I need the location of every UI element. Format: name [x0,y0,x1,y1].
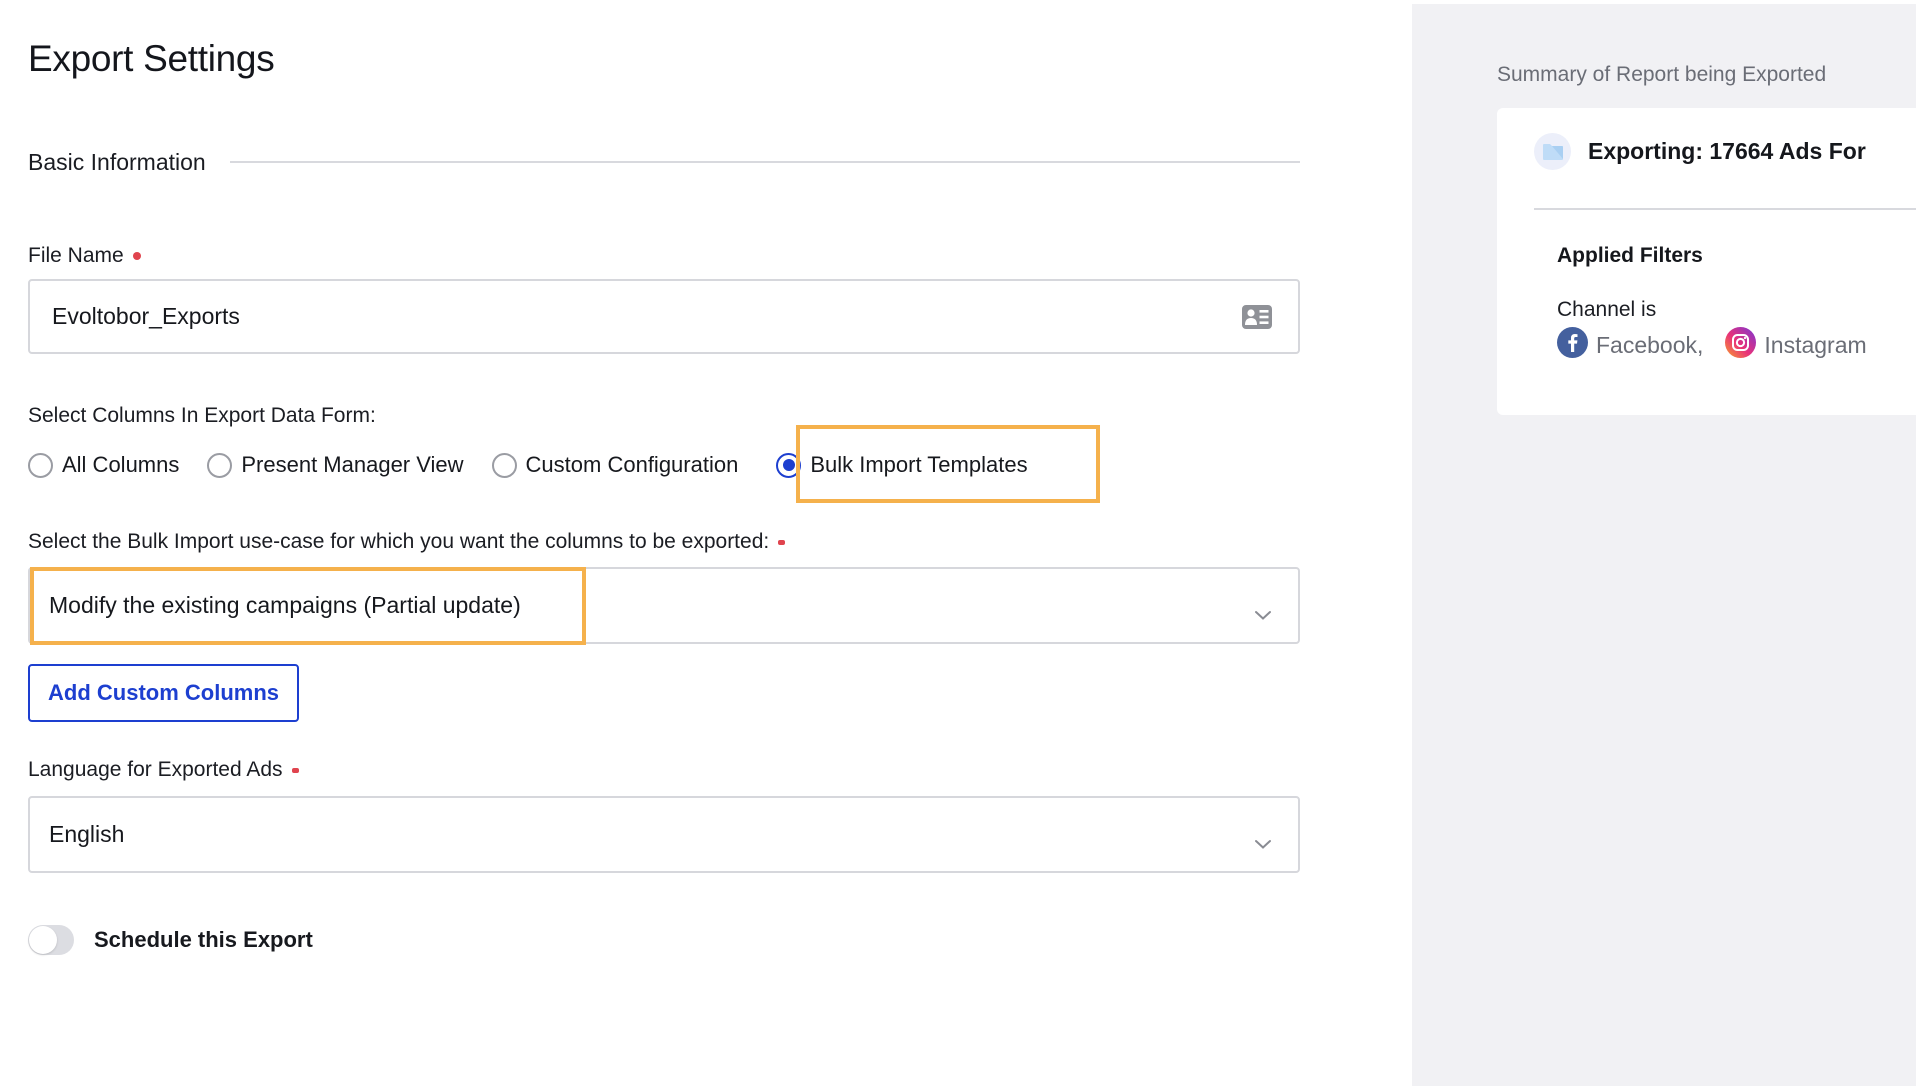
file-name-input[interactable]: Evoltobor_Exports [28,279,1300,354]
use-case-selected-value: Modify the existing campaigns (Partial u… [49,592,521,618]
use-case-label-text: Select the Bulk Import use-case for whic… [28,530,770,553]
radio-label: Custom Configuration [525,452,739,477]
columns-label: Select Columns In Export Data Form: [28,404,376,427]
file-name-value: Evoltobor_Exports [52,303,240,329]
contact-card-icon[interactable] [1242,304,1272,329]
card-divider [1534,208,1916,210]
chevron-down-icon[interactable] [1254,600,1272,620]
instagram-icon [1725,327,1757,358]
add-custom-columns-button[interactable]: Add Custom Columns [28,664,299,722]
channel-instagram: Instagram [1725,327,1867,359]
language-label-text: Language for Exported Ads [28,758,283,781]
language-label: Language for Exported Ads [28,758,299,782]
required-indicator [132,252,141,260]
radio-present-manager-view[interactable]: Present Manager View [207,452,464,478]
summary-card: Exporting: 17664 Ads For Applied Filters… [1497,108,1916,415]
folder-icon [1534,133,1571,170]
channel-facebook: Facebook, [1557,327,1704,359]
radio-label: Present Manager View [241,452,464,477]
radio-circle[interactable] [207,452,233,478]
use-case-label: Select the Bulk Import use-case for whic… [28,530,786,554]
chevron-down-icon[interactable] [1254,829,1272,849]
radio-bulk-import-templates[interactable]: Bulk Import Templates [776,452,1028,478]
channel-filter-label: Channel is [1557,298,1657,321]
page-title: Export Settings [28,38,275,79]
summary-panel: Summary of Report being Exported Exporti… [1412,4,1916,1086]
radio-label: Bulk Import Templates [810,452,1028,477]
export-settings-form: Export Settings Basic Information File N… [0,0,1412,1086]
export-count-title: Exporting: 17664 Ads For [1588,138,1866,164]
section-divider [229,161,1300,163]
summary-label: Summary of Report being Exported [1497,63,1827,86]
schedule-export-row: Schedule this Export [28,925,313,955]
channel-name: Facebook, [1596,332,1704,358]
schedule-export-toggle[interactable] [28,925,74,955]
file-name-label-text: File Name [28,244,124,267]
channel-list: Facebook, Instagram [1557,327,1889,359]
section-title: Basic Information [28,148,206,175]
radio-circle[interactable] [28,452,53,478]
radio-all-columns[interactable]: All Columns [28,452,179,478]
language-selected-value: English [49,821,125,847]
channel-name: Instagram [1764,332,1867,358]
radio-label: All Columns [62,452,180,477]
required-indicator [778,539,786,545]
schedule-export-label: Schedule this Export [94,927,313,952]
language-select[interactable]: English [28,796,1300,873]
section-header-basic-information: Basic Information [28,146,1300,178]
summary-card-header: Exporting: 17664 Ads For [1534,133,1866,170]
radio-circle[interactable] [491,452,517,478]
toggle-knob[interactable] [29,926,57,954]
use-case-select[interactable]: Modify the existing campaigns (Partial u… [28,567,1300,644]
radio-circle-selected[interactable] [776,452,802,478]
facebook-icon [1557,327,1588,358]
columns-radio-group: All Columns Present Manager View Custom … [28,448,1056,482]
applied-filters-title: Applied Filters [1557,244,1703,267]
radio-custom-configuration[interactable]: Custom Configuration [491,452,739,478]
file-name-label: File Name [28,244,141,268]
required-indicator [291,767,299,773]
